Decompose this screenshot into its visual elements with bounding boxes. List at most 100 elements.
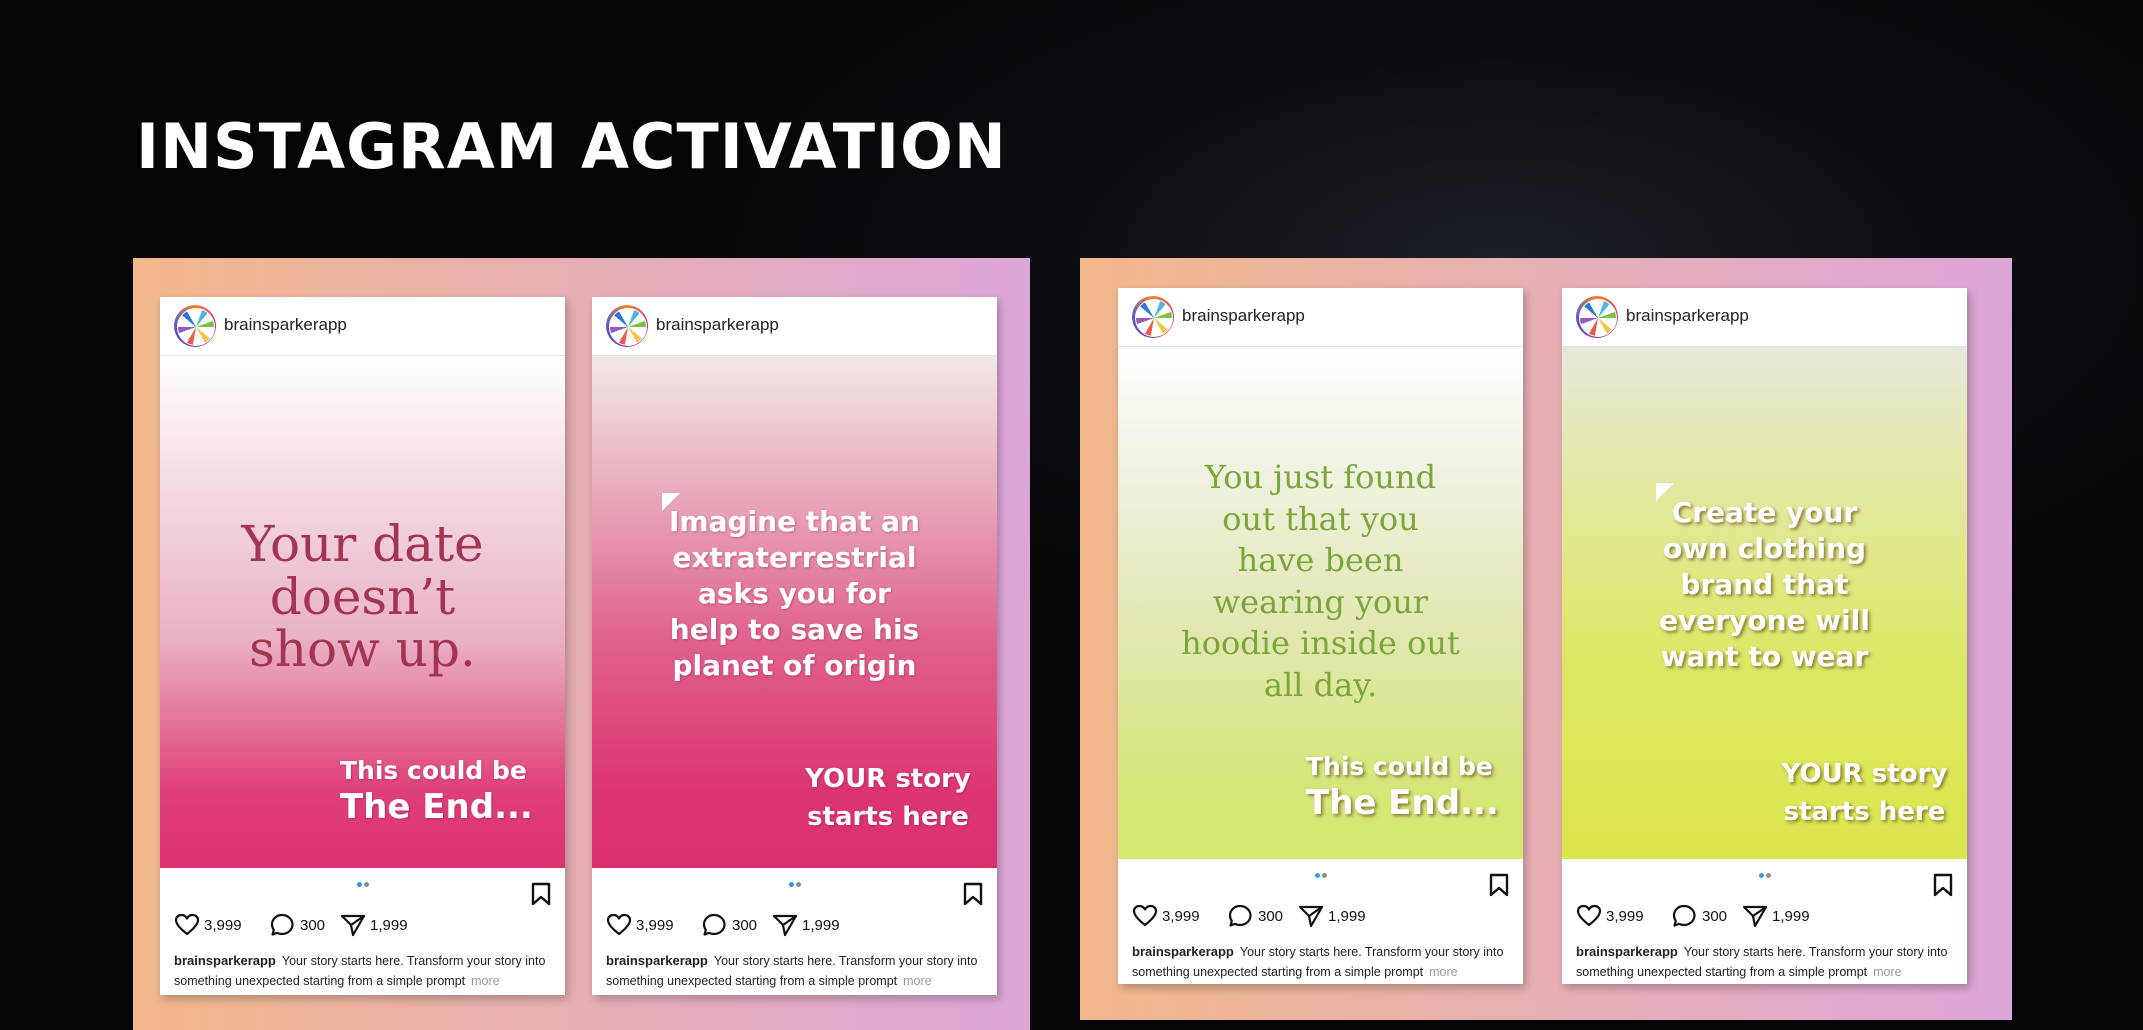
carousel-dots <box>1758 865 1772 883</box>
post-username[interactable]: brainsparkerapp <box>224 315 347 335</box>
page-title: INSTAGRAM ACTIVATION <box>136 110 1007 183</box>
more-link[interactable]: more <box>903 974 931 988</box>
bookmark-icon[interactable] <box>1489 873 1509 897</box>
prompt-line: help to save his <box>669 613 920 646</box>
heart-icon <box>174 913 200 936</box>
prompt-line: hoodie inside out <box>1181 624 1460 662</box>
prompt-line: brand that <box>1680 568 1849 601</box>
prompt-line: doesn’t <box>269 567 456 626</box>
post-image: You just found out that you have been we… <box>1118 347 1523 859</box>
prompt-text: Your date doesn’t show up. <box>160 518 565 676</box>
post-image: Imagine that an extraterrestrial asks yo… <box>592 356 997 868</box>
more-link[interactable]: more <box>471 974 499 988</box>
caption-username[interactable]: brainsparkerapp <box>1576 944 1678 959</box>
like-count: 3,999 <box>1606 908 1644 925</box>
share-icon <box>340 914 366 937</box>
share-count: 1,999 <box>1328 908 1366 925</box>
heart-icon <box>606 913 632 936</box>
prompt-line: out that you <box>1222 499 1419 538</box>
tagline-bottom: The End... <box>1306 783 1499 823</box>
prompt-line: You just found <box>1204 458 1437 496</box>
brainsparker-logo-icon <box>1135 299 1173 337</box>
carousel-dots <box>356 874 370 892</box>
bookmark-icon[interactable] <box>1933 873 1953 897</box>
instagram-post: brainsparkerapp You just found out that … <box>1118 288 1523 984</box>
post-caption: brainsparkerapp Your story starts here. T… <box>174 951 554 991</box>
prompt-text: You just found out that you have been we… <box>1118 457 1523 706</box>
pink-posts-panel: brainsparkerapp Your date doesn’t show u… <box>133 258 1030 1030</box>
comment-icon <box>1228 904 1252 927</box>
post-image: Your date doesn’t show up. This could be… <box>160 356 565 868</box>
post-username[interactable]: brainsparkerapp <box>1626 306 1749 326</box>
like-count: 3,999 <box>204 917 242 934</box>
caption-username[interactable]: brainsparkerapp <box>174 953 276 968</box>
caption-username[interactable]: brainsparkerapp <box>606 953 708 968</box>
green-posts-panel: brainsparkerapp You just found out that … <box>1080 258 2012 1020</box>
heart-icon <box>1132 904 1158 927</box>
tagline: YOUR story starts here <box>788 760 988 836</box>
post-header: brainsparkerapp <box>1562 288 1967 347</box>
post-username[interactable]: brainsparkerapp <box>1182 306 1305 326</box>
profile-avatar[interactable] <box>1576 296 1618 338</box>
tagline: This could be The End... <box>1306 752 1516 823</box>
like-count: 3,999 <box>636 917 674 934</box>
comment-icon <box>1672 904 1696 927</box>
post-username[interactable]: brainsparkerapp <box>656 315 779 335</box>
tagline-bottom: starts here <box>1783 797 1946 827</box>
share-count: 1,999 <box>802 917 840 934</box>
tagline-bottom: The End... <box>340 787 533 827</box>
tagline-top: This could be <box>340 756 527 785</box>
share-icon <box>1742 905 1768 928</box>
prompt-text: Create your own clothing brand that ever… <box>1562 495 1967 675</box>
more-link[interactable]: more <box>1429 965 1457 979</box>
more-link[interactable]: more <box>1873 965 1901 979</box>
post-caption: brainsparkerapp Your story starts here. T… <box>1576 942 1956 982</box>
prompt-line: Your date <box>241 515 484 573</box>
share-icon <box>1298 905 1324 928</box>
heart-icon <box>1576 904 1602 927</box>
tagline-bottom: starts here <box>807 802 969 832</box>
tagline: This could be The End... <box>340 756 550 827</box>
instagram-post: brainsparkerapp Imagine that an extrater… <box>592 297 997 995</box>
share-icon <box>772 914 798 937</box>
comment-count: 300 <box>1258 908 1284 925</box>
brainsparker-logo-icon <box>609 308 647 346</box>
comment-count: 300 <box>300 917 326 934</box>
share-count: 1,999 <box>370 917 408 934</box>
profile-avatar[interactable] <box>174 305 216 347</box>
profile-avatar[interactable] <box>1132 296 1174 338</box>
prompt-text: Imagine that an extraterrestrial asks yo… <box>592 504 997 684</box>
bookmark-icon[interactable] <box>531 882 551 906</box>
comment-count: 300 <box>1702 908 1728 925</box>
carousel-dots <box>788 874 802 892</box>
bookmark-icon[interactable] <box>963 882 983 906</box>
carousel-dots <box>1314 865 1328 883</box>
prompt-line: wearing your <box>1212 582 1429 621</box>
post-header: brainsparkerapp <box>1118 288 1523 347</box>
prompt-line: show up. <box>249 620 476 678</box>
tagline: YOUR story starts here <box>1767 755 1962 831</box>
brainsparker-logo-icon <box>1579 299 1617 337</box>
prompt-line: want to wear <box>1660 640 1869 673</box>
tagline-top: YOUR story <box>805 764 971 794</box>
post-header: brainsparkerapp <box>592 297 997 356</box>
prompt-line: asks you for <box>698 577 891 610</box>
instagram-post: brainsparkerapp Create your own clothing… <box>1562 288 1967 984</box>
tagline-top: YOUR story <box>1781 759 1948 789</box>
profile-avatar[interactable] <box>606 305 648 347</box>
caption-username[interactable]: brainsparkerapp <box>1132 944 1234 959</box>
comment-count: 300 <box>732 917 758 934</box>
prompt-line: extraterrestrial <box>672 541 917 574</box>
tagline-top: This could be <box>1306 752 1493 781</box>
like-count: 3,999 <box>1162 908 1200 925</box>
prompt-line: all day. <box>1263 665 1378 704</box>
prompt-line: planet of origin <box>672 649 917 682</box>
instagram-post: brainsparkerapp Your date doesn’t show u… <box>160 297 565 995</box>
post-caption: brainsparkerapp Your story starts here. T… <box>1132 942 1512 982</box>
prompt-line: Imagine that an <box>669 505 920 538</box>
share-count: 1,999 <box>1772 908 1810 925</box>
post-header: brainsparkerapp <box>160 297 565 356</box>
post-image: Create your own clothing brand that ever… <box>1562 347 1967 859</box>
prompt-line: own clothing <box>1662 532 1867 565</box>
prompt-line: Create your <box>1671 496 1858 529</box>
